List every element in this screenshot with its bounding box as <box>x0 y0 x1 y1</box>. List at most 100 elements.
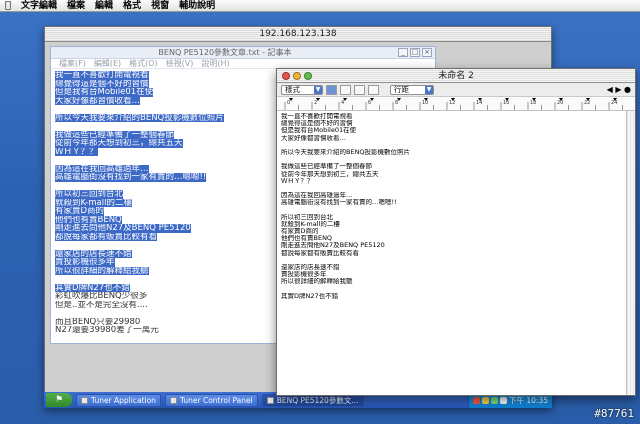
align-justify-icon[interactable] <box>354 84 365 95</box>
mac-menu-bar:  文字編輯 檔案 編輯 格式 視窗 輔助說明 <box>0 0 640 12</box>
taskbar-item-label: Tuner Control Panel <box>179 395 253 405</box>
apple-icon[interactable]:  <box>0 0 16 11</box>
notepad-selected-line <box>55 156 283 165</box>
notepad-selected-line: 總覺得這是個不好的習慣 <box>55 79 149 88</box>
ruler-label: 22 <box>584 100 590 106</box>
notepad-line: 但是..並不是完全沒有.... <box>55 300 148 309</box>
notepad-menu-help[interactable]: 說明(H) <box>201 58 229 69</box>
notepad-icon <box>266 396 274 404</box>
minimize-icon[interactable] <box>293 72 301 80</box>
minimize-icon[interactable]: _ <box>398 48 408 57</box>
menu-window[interactable]: 視窗 <box>146 0 174 12</box>
notepad-selected-line: ＷＨＹ？？ <box>55 147 98 156</box>
ruler-label: 24 <box>611 100 617 106</box>
notepad-menu-edit[interactable]: 編輯(E) <box>94 58 121 69</box>
textedit-title: 未命名 2 <box>438 71 474 81</box>
maximize-icon[interactable]: □ <box>410 48 420 57</box>
ruler-label: 10 <box>422 100 428 106</box>
taskbar-item-tuner-control-panel[interactable]: Tuner Control Panel <box>164 393 258 407</box>
ruler-label: 14 <box>476 100 482 106</box>
notepad-menu-file[interactable]: 檔案(F) <box>59 58 86 69</box>
tab-stops-icon[interactable]: ◀ ▶ ● <box>607 85 631 94</box>
textedit-line: 但是我有台Mobile01在使 <box>281 127 357 135</box>
textedit-line: 所以初三回到台北 <box>281 213 333 221</box>
notepad-selected-line: 大家好像都習慣收看… <box>55 96 141 105</box>
notepad-selected-line: 他們也有賣BENQ <box>55 215 122 224</box>
notepad-selected-line: 有家賣D商的 <box>55 207 105 216</box>
align-left-icon[interactable] <box>326 84 337 95</box>
menu-file[interactable]: 檔案 <box>62 0 90 12</box>
menu-app-textedit[interactable]: 文字編輯 <box>16 0 62 12</box>
ruler-label: 2 <box>314 100 317 106</box>
notepad-selected-line: 都說每家都有販賣比較有看 <box>55 232 158 241</box>
textedit-line <box>281 206 626 213</box>
line-spacing-select[interactable]: 行距 ▼ <box>390 84 434 95</box>
textedit-titlebar[interactable]: 未命名 2 <box>277 69 635 83</box>
volume-icon[interactable] <box>500 396 507 404</box>
textedit-line <box>281 156 626 163</box>
remote-window-title[interactable]: 192.168.123.138 <box>45 27 551 42</box>
textedit-line: 所以今天我要來介紹的BENQ投影機數位照片 <box>281 148 411 156</box>
close-icon[interactable] <box>282 72 290 80</box>
textedit-line <box>281 257 626 264</box>
textedit-scrollbar[interactable] <box>626 111 635 395</box>
textedit-line <box>281 185 626 192</box>
notepad-line: N27還要39980差了一萬元 <box>55 326 159 335</box>
menu-edit[interactable]: 編輯 <box>90 0 118 12</box>
textedit-line <box>281 286 626 293</box>
notepad-selected-line: 賣投影機很多年 <box>55 258 115 267</box>
tray-icon-3[interactable] <box>491 396 498 404</box>
textedit-line: 所以很詳細的解釋給我聽 <box>281 278 353 286</box>
app-icon <box>169 396 177 404</box>
align-right-icon[interactable] <box>368 84 379 95</box>
notepad-text-area[interactable]: 我一直不喜歡打開電視看 總覺得這是個不好的習慣 但是我有台Mobile01在使 大家好… <box>55 71 283 341</box>
notepad-selected-line: 因為這在我回高雄過年… <box>55 164 149 173</box>
ruler-label: 18 <box>530 100 536 106</box>
notepad-selected-line <box>55 182 283 191</box>
zoom-icon[interactable] <box>304 72 312 80</box>
ruler-label: 6 <box>368 100 371 106</box>
notepad-selected-line: 從前今年那天想到初三，總共五天 <box>55 139 183 148</box>
app-icon <box>81 396 88 404</box>
notepad-selected-line: 我一直不喜歡打開電視看 <box>55 71 149 80</box>
textedit-line: ＷＨＹ？？ <box>281 177 314 185</box>
notepad-selected-line: 所以今天我要來介紹的BENQ投影機數位照片 <box>55 113 224 122</box>
notepad-selected-line: 就殺到K-mall的二樓 <box>55 198 132 207</box>
menu-help[interactable]: 輔助說明 <box>174 0 220 12</box>
textedit-line: 就殺到K-mall的二樓 <box>281 220 340 228</box>
textedit-line: 都說每家都有販賣比較有看 <box>281 249 359 257</box>
menu-format[interactable]: 格式 <box>118 0 146 12</box>
notepad-menu-format[interactable]: 格式(O) <box>129 58 158 69</box>
notepad-selected-line: 但是我有台Mobile01在使 <box>55 88 154 97</box>
clock[interactable]: 下午 10:35 <box>509 395 548 406</box>
notepad-line: 而且BENQ只要29980 <box>55 317 141 326</box>
close-icon[interactable]: × <box>422 48 432 57</box>
watermark-text: #87761 <box>594 407 634 420</box>
notepad-line: 彩虹吹爆比BENQ少很多 <box>55 292 148 301</box>
textedit-line: 總覺得這是個不好的習慣 <box>281 120 353 128</box>
tray-icon-2[interactable] <box>482 396 489 404</box>
textedit-line: 還家店的店長速不錯 <box>281 263 340 271</box>
textedit-line: 賣投影機很多年 <box>281 271 327 279</box>
ruler-label: 8 <box>395 100 398 106</box>
textedit-ruler[interactable]: 0 2 4 6 8 10 12 14 16 18 20 22 24 <box>277 97 635 111</box>
tray-icon-1[interactable] <box>473 396 480 404</box>
textedit-line: 我做這些已經準備了一整個春節 <box>281 163 372 171</box>
textedit-line: 有家賣D商的 <box>281 228 319 235</box>
textedit-line: 大家好像都習慣收看… <box>281 134 346 142</box>
textedit-line: 其實D牌N27也不錯 <box>281 292 339 300</box>
start-button[interactable]: ⚑ <box>46 393 72 407</box>
notepad-selected-line: 所以初三回到台北 <box>55 190 124 199</box>
align-center-icon[interactable] <box>340 84 351 95</box>
notepad-line <box>55 309 283 318</box>
style-select[interactable]: 樣式 ▼ <box>281 84 323 95</box>
textedit-line: 他們也有賣BENQ <box>281 235 333 243</box>
notepad-selected-line <box>55 105 283 114</box>
notepad-selected-line: 我做這些已經準備了一整個春節 <box>55 130 175 139</box>
notepad-selected-line <box>55 241 283 250</box>
notepad-menu-view[interactable]: 檢視(V) <box>166 58 194 69</box>
textedit-text-area[interactable]: 我一直不喜歡打開電視看 總覺得這是個不好的習慣 但是我有台Mobile01在使 大家好… <box>281 113 626 300</box>
ruler-label: 16 <box>503 100 509 106</box>
notepad-selected-line: 其實D牌N27也不錯 <box>55 283 130 292</box>
taskbar-item-tuner-application[interactable]: Tuner Application <box>76 393 161 407</box>
